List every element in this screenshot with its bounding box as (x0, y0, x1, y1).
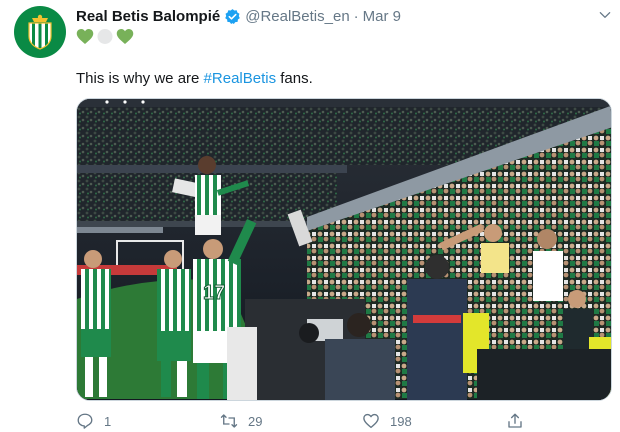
chevron-down-icon[interactable] (598, 8, 612, 22)
like-count: 198 (390, 413, 412, 429)
green-heart-icon (116, 29, 134, 44)
tweet-text: This is why we are #RealBetis fans. (76, 70, 313, 87)
tweet-photo[interactable]: 17 (76, 98, 612, 401)
jersey-number: 17 (203, 282, 225, 304)
tweet-date[interactable]: Mar 9 (363, 8, 401, 25)
reply-action[interactable]: 1 (76, 412, 111, 430)
reply-count: 1 (104, 413, 112, 429)
separator: · (353, 8, 359, 25)
handle[interactable]: @RealBetis_en (245, 8, 349, 25)
tweet-text-prefix: This is why we are (76, 70, 204, 87)
reply-icon (77, 413, 93, 429)
share-action[interactable] (506, 412, 524, 430)
retweet-icon (220, 414, 238, 428)
share-icon (508, 413, 522, 428)
like-action[interactable]: 198 (362, 412, 412, 430)
hashtag-link[interactable]: #RealBetis (204, 70, 277, 87)
retweet-action[interactable]: 29 (220, 412, 262, 430)
verified-badge-icon (225, 9, 241, 25)
display-name[interactable]: Real Betis Balompié (76, 8, 220, 25)
tweet-text-suffix: fans. (276, 70, 313, 87)
avatar[interactable] (14, 6, 66, 58)
white-heart-icon (97, 29, 113, 44)
tweet-card[interactable]: Real Betis Balompié @RealBetis_en · Mar … (0, 0, 620, 432)
real-betis-crest-icon (28, 14, 52, 50)
stadium-celebration-photo: 17 (77, 99, 611, 400)
bio-hearts (76, 28, 134, 45)
tweet-actions: 1 29 198 (76, 412, 596, 432)
green-heart-icon (76, 29, 94, 44)
tweet-header: Real Betis Balompié @RealBetis_en · Mar … (76, 8, 401, 25)
heart-outline-icon (363, 413, 379, 429)
retweet-count: 29 (248, 413, 263, 429)
